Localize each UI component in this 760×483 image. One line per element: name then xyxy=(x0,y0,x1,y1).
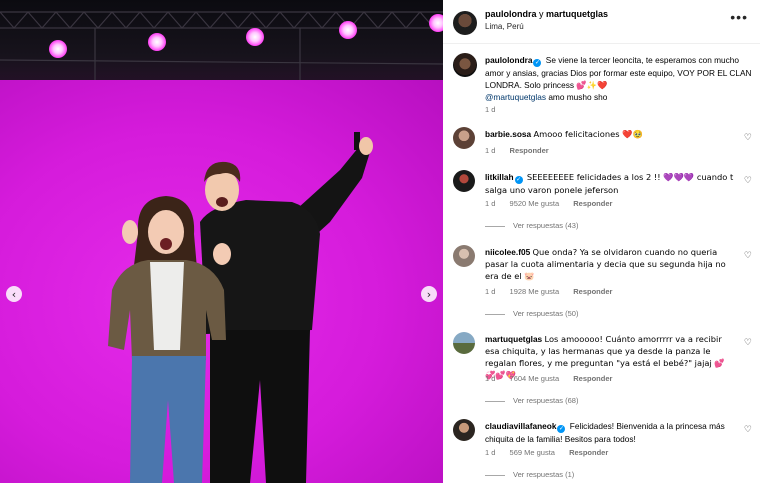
view-replies-button[interactable]: Ver respuestas (1) xyxy=(485,470,574,479)
comment-time: 1 d xyxy=(485,287,496,296)
comment-time: 1 d xyxy=(485,374,496,383)
post-photo[interactable]: ‹ › xyxy=(0,0,443,483)
caption-text: paulolondra ✓ Se viene la tercer leoncita… xyxy=(485,54,753,103)
heart-icon: ♡ xyxy=(743,338,752,348)
more-options-button[interactable]: ••• xyxy=(730,9,748,25)
stage-light xyxy=(339,21,357,39)
like-comment-button[interactable]: ♡ xyxy=(744,176,752,186)
prev-photo-button[interactable]: ‹ xyxy=(6,286,22,302)
view-replies-button[interactable]: Ver respuestas (50) xyxy=(485,309,578,318)
comment-meta: 1 d 569 Me gusta Responder xyxy=(485,448,620,457)
comment-text: litkillah ✓ SEEEEEEEE felicidades a los 2… xyxy=(485,171,735,196)
heart-icon: ♡ xyxy=(743,133,752,143)
comments-scroll-area[interactable]: paulolondra ✓ Se viene la tercer leoncita… xyxy=(443,45,760,483)
verified-badge-icon: ✓ xyxy=(514,176,523,184)
view-replies-button[interactable]: Ver respuestas (43) xyxy=(485,221,578,230)
comment-likes[interactable]: 9520 Me gusta xyxy=(510,199,560,208)
comment-meta: 1 d 9520 Me gusta Responder xyxy=(485,199,624,208)
author-username[interactable]: paulolondra xyxy=(485,9,537,19)
more-horizontal-icon: ••• xyxy=(730,9,748,25)
comment-text: barbie.sosa Amooo felicitaciones ❤️🥹 xyxy=(485,128,735,140)
heart-icon: ♡ xyxy=(743,425,752,435)
commenter-avatar[interactable] xyxy=(453,419,475,441)
next-photo-button[interactable]: › xyxy=(421,286,437,302)
caption-avatar[interactable] xyxy=(453,53,477,77)
commenter-username[interactable]: claudiavillafaneok xyxy=(485,421,556,431)
comment-meta: 1 d 1928 Me gusta Responder xyxy=(485,287,624,296)
comment-likes[interactable]: 7604 Me gusta xyxy=(510,374,560,383)
reply-button[interactable]: Responder xyxy=(573,199,612,208)
like-comment-button[interactable]: ♡ xyxy=(744,338,752,348)
heart-icon: ♡ xyxy=(743,176,752,186)
caption-time: 1 d xyxy=(485,105,496,114)
stage-light xyxy=(429,14,443,32)
authors-conjunction: y xyxy=(539,9,544,19)
comment-text: niicolee.f05 Que onda? Ya se olvidaron c… xyxy=(485,246,735,282)
commenter-avatar[interactable] xyxy=(453,127,475,149)
commenter-avatar[interactable] xyxy=(453,245,475,267)
comment-time: 1 d xyxy=(485,199,496,208)
comment-likes[interactable]: 569 Me gusta xyxy=(510,448,555,457)
caption-mention[interactable]: @martuquetglas xyxy=(485,92,546,102)
post-location[interactable]: Lima, Perú xyxy=(485,22,524,31)
comment-body: Amooo felicitaciones ❤️🥹 xyxy=(533,129,643,139)
post-details-panel: paulolondra y martuquetglas Lima, Perú •… xyxy=(443,0,760,483)
heart-icon: ♡ xyxy=(743,251,752,261)
comment-meta: 1 d 7604 Me gusta Responder xyxy=(485,374,624,383)
post-header: paulolondra y martuquetglas Lima, Perú •… xyxy=(443,0,760,44)
comment-body: SEEEEEEEE felicidades a los 2 !! 💜💜💜 cua… xyxy=(485,172,734,195)
comment-text: claudiavillafaneok ✓ Felicidades! Bienven… xyxy=(485,420,735,445)
comment-likes[interactable]: 1928 Me gusta xyxy=(510,287,560,296)
stage-light xyxy=(49,40,67,58)
like-comment-button[interactable]: ♡ xyxy=(744,425,752,435)
comment-time: 1 d xyxy=(485,448,496,457)
commenter-avatar[interactable] xyxy=(453,170,475,192)
reply-button[interactable]: Responder xyxy=(569,448,608,457)
author-avatar[interactable] xyxy=(453,11,477,35)
commenter-username[interactable]: barbie.sosa xyxy=(485,129,531,139)
verified-badge-icon: ✓ xyxy=(533,59,542,67)
caption-mention-suffix: amo musho sho xyxy=(548,92,608,102)
collaborator-username[interactable]: martuquetglas xyxy=(546,9,608,19)
view-replies-button[interactable]: Ver respuestas (68) xyxy=(485,396,578,405)
person-woman xyxy=(108,196,231,483)
caption-username[interactable]: paulolondra xyxy=(485,55,532,65)
commenter-avatar[interactable] xyxy=(453,332,475,354)
verified-badge-icon: ✓ xyxy=(557,425,566,433)
stage-truss xyxy=(0,11,443,80)
chevron-right-icon: › xyxy=(426,287,432,301)
chevron-left-icon: ‹ xyxy=(11,287,17,301)
reply-button[interactable]: Responder xyxy=(573,287,612,296)
reply-button[interactable]: Responder xyxy=(573,374,612,383)
like-comment-button[interactable]: ♡ xyxy=(744,251,752,261)
commenter-username[interactable]: martuquetglas xyxy=(485,334,542,344)
stage-light xyxy=(148,33,166,51)
reply-button[interactable]: Responder xyxy=(510,146,549,155)
comment-meta: 1 d Responder xyxy=(485,146,561,155)
like-comment-button[interactable]: ♡ xyxy=(744,133,752,143)
post-authors: paulolondra y martuquetglas xyxy=(485,9,608,19)
comment-time: 1 d xyxy=(485,146,496,155)
commenter-username[interactable]: litkillah xyxy=(485,172,514,182)
stage-light xyxy=(246,28,264,46)
commenter-username[interactable]: niicolee.f05 xyxy=(485,247,530,257)
